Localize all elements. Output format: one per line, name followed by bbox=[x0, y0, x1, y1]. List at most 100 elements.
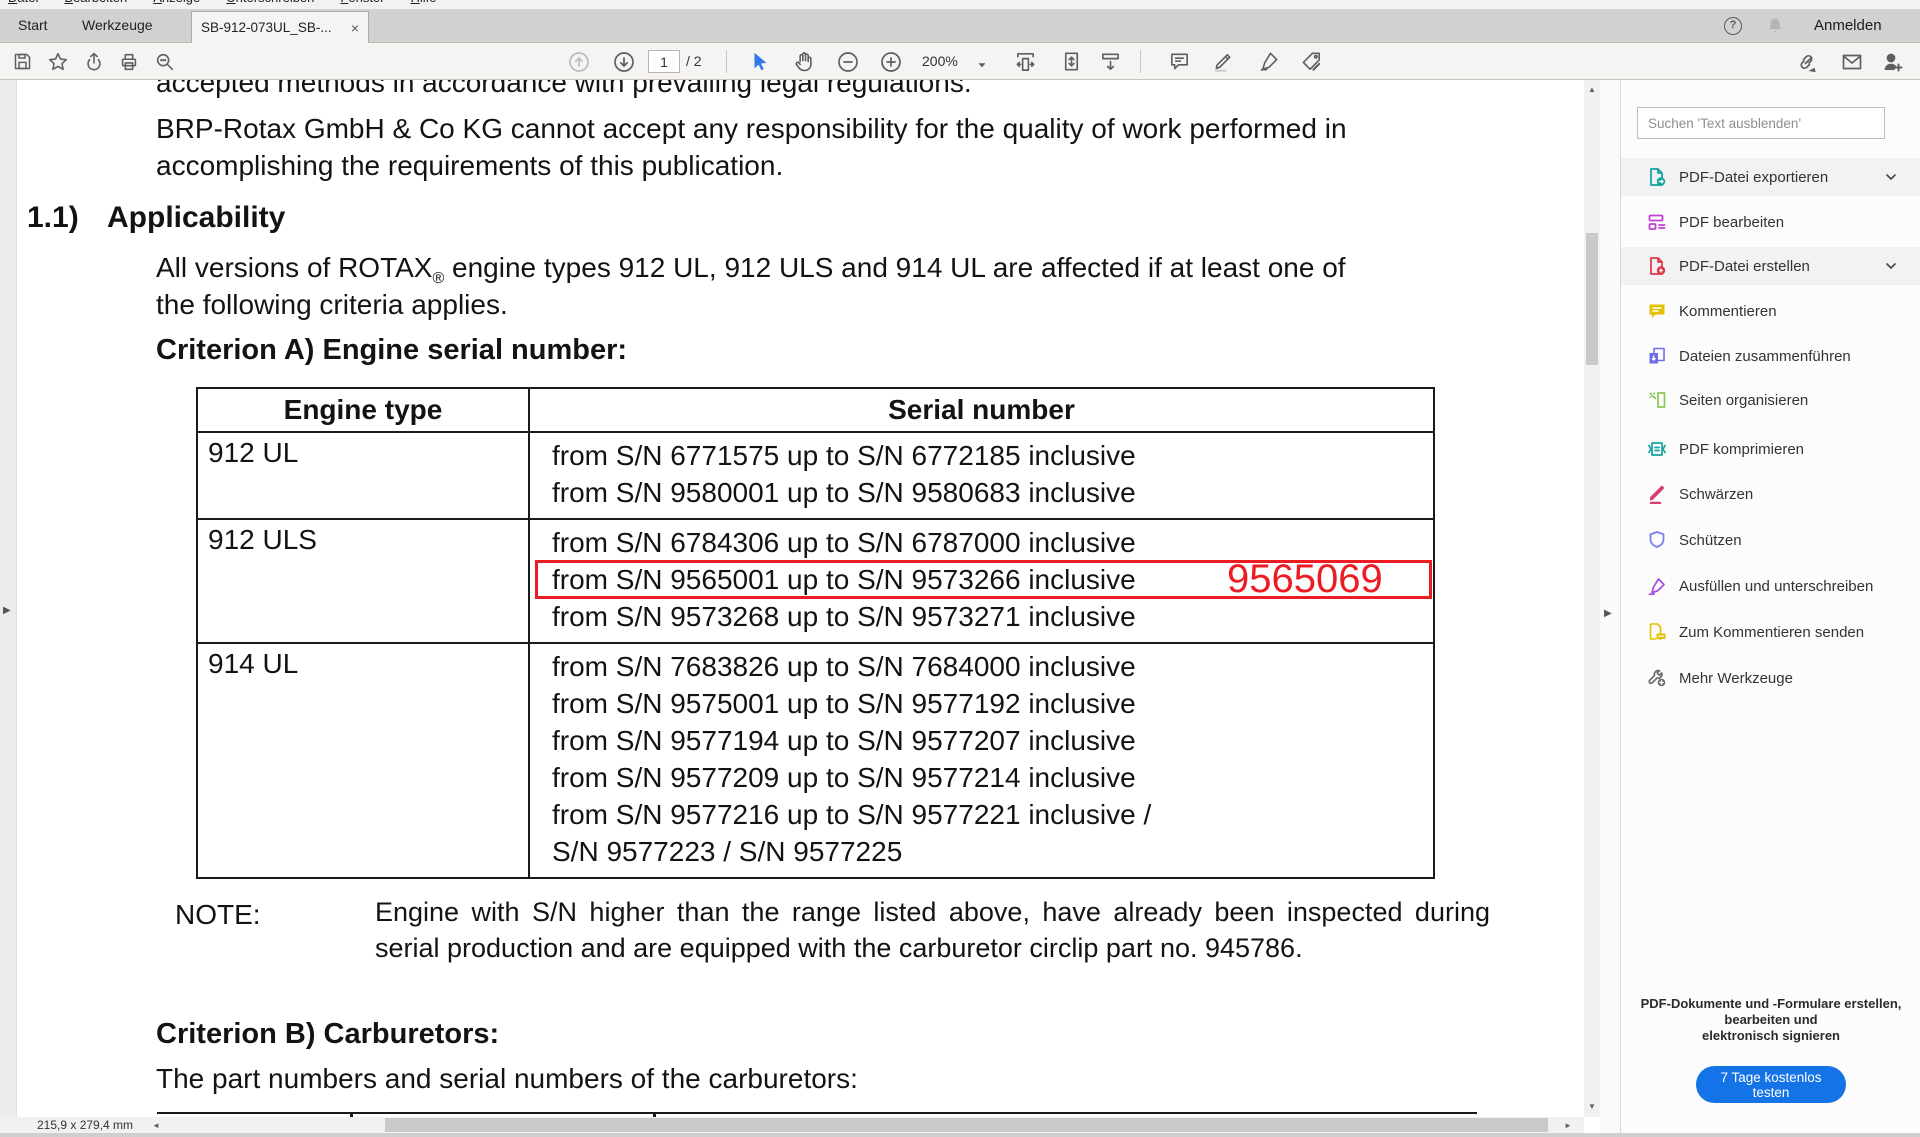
sidebar-item-label: PDF-Datei erstellen bbox=[1679, 258, 1810, 275]
share-upload-icon[interactable] bbox=[80, 48, 107, 75]
criterion-b-text: The part numbers and serial numbers of t… bbox=[156, 1063, 858, 1095]
toolbar-separator bbox=[726, 50, 727, 73]
previous-page-icon[interactable] bbox=[565, 48, 592, 75]
section-title: Applicability bbox=[107, 201, 285, 235]
sidebar-item-export-pdf[interactable]: PDF-Datei exportieren bbox=[1621, 158, 1920, 196]
chevron-down-icon[interactable] bbox=[1883, 169, 1899, 185]
tab-start[interactable]: Start bbox=[12, 9, 54, 42]
tab-werkzeuge[interactable]: Werkzeuge bbox=[76, 9, 159, 42]
save-icon[interactable] bbox=[9, 48, 36, 75]
serial-line: S/N 9577223 / S/N 9577225 bbox=[552, 833, 1433, 870]
fit-width-icon[interactable] bbox=[1012, 48, 1039, 75]
close-tab-icon[interactable]: × bbox=[351, 20, 359, 36]
comment-icon[interactable] bbox=[1166, 48, 1193, 75]
sidebar-item-redact[interactable]: Schwärzen bbox=[1621, 475, 1920, 513]
red-annotation-number[interactable]: 9565069 bbox=[1227, 557, 1383, 602]
sidebar-item-compress-pdf[interactable]: PDF komprimieren bbox=[1621, 430, 1920, 468]
free-trial-button[interactable]: 7 Tage kostenlos testen bbox=[1696, 1066, 1846, 1103]
page-number-input[interactable] bbox=[648, 50, 680, 73]
doc-paragraph-line: accomplishing the requirements of this p… bbox=[156, 150, 783, 182]
email-icon[interactable] bbox=[1838, 48, 1865, 75]
select-tool-icon[interactable] bbox=[746, 48, 773, 75]
vertical-scrollbar[interactable]: ▲ ▼ bbox=[1584, 80, 1600, 1117]
sidebar-item-more-tools[interactable]: Mehr Werkzeuge bbox=[1621, 659, 1920, 697]
zoom-level-label[interactable]: 200% bbox=[922, 43, 958, 80]
sidebar-item-organize-pages[interactable]: Seiten organisieren bbox=[1621, 381, 1920, 419]
notifications-bell-icon[interactable] bbox=[1764, 15, 1786, 42]
sidebar-item-label: Ausfüllen und unterschreiben bbox=[1679, 578, 1873, 595]
zoom-out-icon[interactable] bbox=[834, 48, 861, 75]
sidebar-item-send-for-comments[interactable]: Zum Kommentieren senden bbox=[1621, 613, 1920, 651]
menu-unterschreiben[interactable]: Unterschreiben bbox=[226, 0, 314, 5]
right-panel-gutter: ▶ bbox=[1600, 80, 1620, 1133]
reading-mode-icon[interactable] bbox=[1097, 48, 1124, 75]
menu-fenster[interactable]: Fenster bbox=[340, 0, 384, 5]
note-text: Engine with S/N higher than the range li… bbox=[375, 894, 1490, 966]
shield-icon bbox=[1647, 530, 1667, 550]
tools-sidebar: PDF-Datei exportieren PDF bearbeiten PDF… bbox=[1620, 80, 1920, 1133]
fit-page-icon[interactable] bbox=[1058, 48, 1085, 75]
expand-left-panel-icon[interactable]: ▶ bbox=[3, 605, 11, 616]
sidebar-item-create-pdf[interactable]: PDF-Datei erstellen bbox=[1621, 247, 1920, 285]
promo-line: bearbeiten und bbox=[1621, 1012, 1920, 1028]
table-row: 914 UL from S/N 7683826 up to S/N 768400… bbox=[198, 644, 1433, 877]
menu-datei[interactable]: Datei bbox=[8, 0, 38, 5]
sidebar-item-label: PDF komprimieren bbox=[1679, 441, 1804, 458]
table-header-row: Engine type Serial number bbox=[198, 389, 1433, 433]
serial-line: from S/N 9573268 up to S/N 9573271 inclu… bbox=[552, 598, 1433, 635]
sidebar-item-label: PDF bearbeiten bbox=[1679, 214, 1784, 231]
expand-right-panel-icon[interactable]: ▶ bbox=[1604, 608, 1612, 619]
share-link-icon[interactable] bbox=[1793, 48, 1820, 75]
tab-document[interactable]: SB-912-073UL_SB-... × bbox=[191, 11, 369, 43]
sign-pen-icon[interactable] bbox=[1256, 48, 1283, 75]
sidebar-item-label: Seiten organisieren bbox=[1679, 392, 1808, 409]
compress-pdf-icon bbox=[1647, 439, 1667, 459]
serial-line: from S/N 7683826 up to S/N 7684000 inclu… bbox=[552, 648, 1433, 685]
print-icon[interactable] bbox=[115, 48, 142, 75]
sidebar-item-fill-sign[interactable]: Ausfüllen und unterschreiben bbox=[1621, 567, 1920, 605]
add-user-icon[interactable] bbox=[1879, 48, 1906, 75]
serial-line: from S/N 9577216 up to S/N 9577221 inclu… bbox=[552, 796, 1433, 833]
doc-applicability-line: All versions of ROTAX® engine types 912 … bbox=[156, 252, 1346, 288]
scroll-left-icon[interactable]: ◄ bbox=[148, 1121, 164, 1130]
left-nav-panel-collapsed[interactable]: ▶ bbox=[0, 80, 17, 1117]
next-page-icon[interactable] bbox=[610, 48, 637, 75]
serial-line: from S/N 9580001 up to S/N 9580683 inclu… bbox=[552, 474, 1433, 511]
chevron-down-icon[interactable] bbox=[1883, 258, 1899, 274]
criterion-b-heading: Criterion B) Carburetors: bbox=[156, 1018, 499, 1051]
sidebar-item-protect[interactable]: Schützen bbox=[1621, 521, 1920, 559]
engine-type-header: Engine type bbox=[198, 389, 530, 431]
menu-anzeige[interactable]: Anzeige bbox=[153, 0, 200, 5]
note-label: NOTE: bbox=[175, 899, 261, 931]
menu-hilfe[interactable]: Hilfe bbox=[411, 0, 437, 5]
sidebar-item-label: Kommentieren bbox=[1679, 303, 1777, 320]
menu-bearbeiten[interactable]: Bearbeiten bbox=[64, 0, 127, 5]
scroll-up-icon[interactable]: ▲ bbox=[1584, 85, 1600, 94]
scroll-down-icon[interactable]: ▼ bbox=[1584, 1102, 1600, 1111]
sidebar-item-edit-pdf[interactable]: PDF bearbeiten bbox=[1621, 203, 1920, 241]
vertical-scroll-thumb[interactable] bbox=[1586, 233, 1598, 365]
sign-in-link[interactable]: Anmelden bbox=[1814, 9, 1882, 43]
sidebar-item-combine-files[interactable]: Dateien zusammenführen bbox=[1621, 337, 1920, 375]
highlight-icon[interactable] bbox=[1210, 48, 1237, 75]
zoom-in-icon[interactable] bbox=[877, 48, 904, 75]
hand-tool-icon[interactable] bbox=[790, 48, 817, 75]
search-zoom-icon[interactable] bbox=[151, 48, 178, 75]
star-favorite-icon[interactable] bbox=[44, 48, 71, 75]
registered-mark: ® bbox=[432, 270, 444, 287]
horizontal-scroll-thumb[interactable] bbox=[385, 1118, 1548, 1132]
sidebar-item-comment[interactable]: Kommentieren bbox=[1621, 292, 1920, 330]
engine-type-cell: 912 ULS bbox=[198, 520, 530, 642]
stamp-tag-icon[interactable] bbox=[1298, 48, 1325, 75]
help-icon[interactable]: ? bbox=[1724, 17, 1742, 35]
serial-line: from S/N 6784306 up to S/N 6787000 inclu… bbox=[552, 524, 1433, 561]
page-size-label: 215,9 x 279,4 mm bbox=[37, 1117, 133, 1133]
tools-search-input[interactable] bbox=[1637, 107, 1885, 139]
status-bar: 215,9 x 279,4 mm ◄ ► bbox=[0, 1117, 1584, 1133]
sidebar-item-label: Zum Kommentieren senden bbox=[1679, 624, 1864, 641]
sidebar-item-label: PDF-Datei exportieren bbox=[1679, 169, 1828, 186]
zoom-dropdown-chevron-icon[interactable] bbox=[968, 51, 995, 78]
table-row: 912 UL from S/N 6771575 up to S/N 677218… bbox=[198, 433, 1433, 520]
tab-bar: Start Werkzeuge SB-912-073UL_SB-... × ? … bbox=[0, 9, 1920, 43]
scroll-right-icon[interactable]: ► bbox=[1560, 1121, 1576, 1130]
